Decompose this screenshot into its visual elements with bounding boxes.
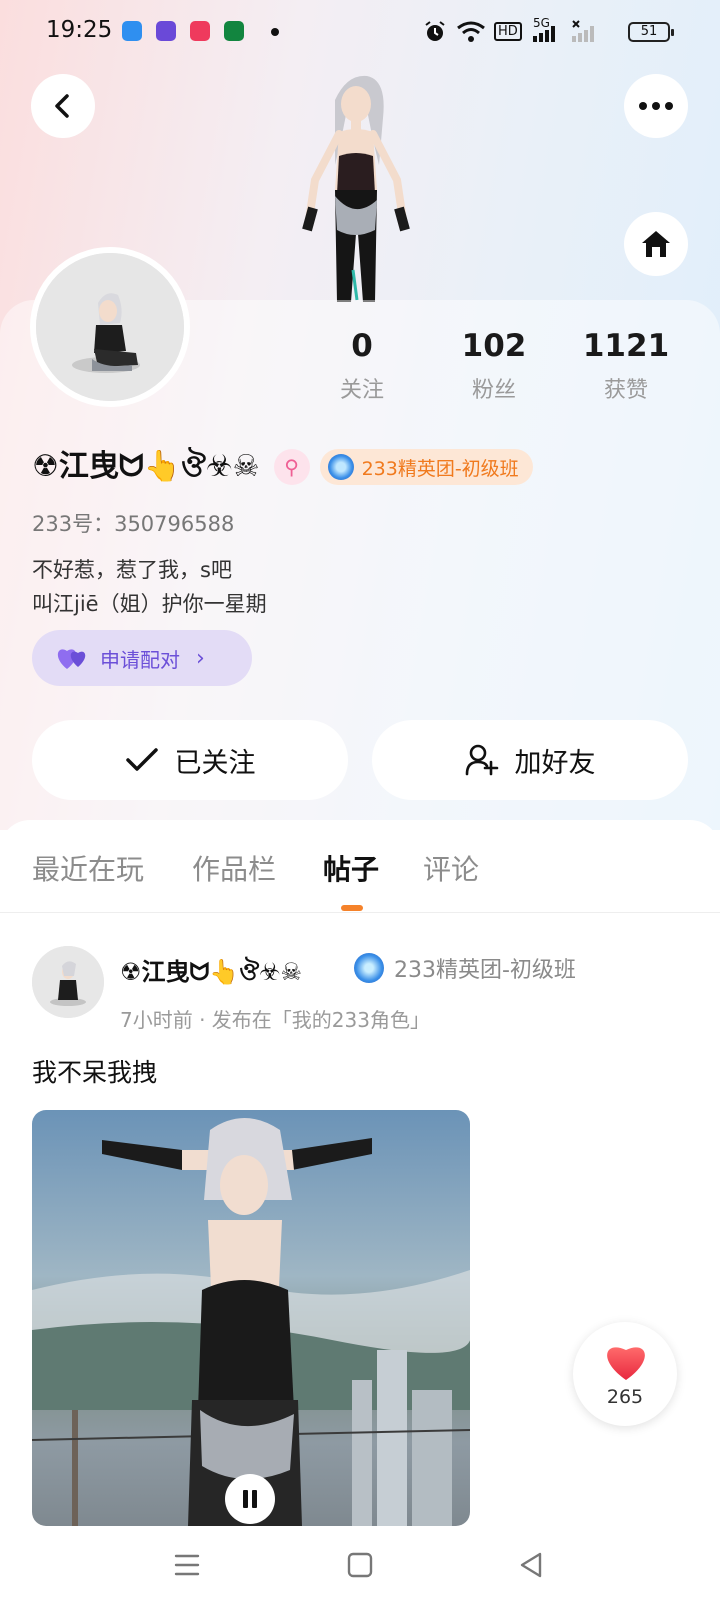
stat-fans[interactable]: 102 粉丝 <box>434 328 554 404</box>
app-notification-icon <box>122 21 142 41</box>
likes-label: 获赞 <box>603 378 648 403</box>
app-notification-icon <box>224 21 244 41</box>
user-bio: 不好惹，惹了我，s吧 叫江jiē（姐）护你一星期 <box>32 553 267 621</box>
stat-likes[interactable]: 1121 获赞 <box>566 328 686 404</box>
tabs-divider <box>0 912 720 913</box>
alarm-icon <box>425 21 445 41</box>
user-id: 233号：350796588 <box>32 512 235 536</box>
app-notification-icon <box>156 21 176 41</box>
status-time: 19:25 <box>46 17 113 43</box>
avatar-image <box>32 946 104 1018</box>
avatar[interactable] <box>30 247 190 407</box>
post-badge-label: 233精英团-初级班 <box>394 958 576 983</box>
post-author-name[interactable]: ☢江曳ᗢ👆ঔ☣☠ <box>120 952 302 994</box>
female-gender-icon: ⚲ <box>273 449 310 485</box>
fans-label: 粉丝 <box>471 378 516 403</box>
home-icon <box>642 231 670 257</box>
character-figure <box>302 75 410 302</box>
battery-indicator: 51 <box>628 22 674 42</box>
like-button[interactable]: 265 <box>573 1322 677 1426</box>
post-meta: 7小时前 · 发布在「我的233角色」 <box>120 1008 430 1032</box>
name-row: ☢江曳ᗢ👆ঔ☣☠ ⚲ 233精英团-初级班 <box>32 447 533 487</box>
rank-badge-label: 233精英团-初级班 <box>361 457 519 480</box>
pause-button[interactable] <box>225 1474 275 1524</box>
followed-button[interactable]: 已关注 <box>32 720 348 800</box>
bio-line: 不好惹，惹了我，s吧 <box>32 558 232 582</box>
tab-recently-played[interactable]: 最近在玩 <box>32 848 144 888</box>
video-app-icon <box>190 21 210 41</box>
heart-icon <box>607 1347 645 1380</box>
video-frame <box>32 1118 470 1526</box>
user-name: ☢江曳ᗢ👆ঔ☣☠ <box>32 449 260 484</box>
add-friend-label: 加好友 <box>514 747 596 779</box>
fans-count: 102 <box>461 328 527 364</box>
more-options-button[interactable] <box>624 74 688 138</box>
signal-icon <box>572 20 594 42</box>
like-count: 265 <box>606 1386 644 1408</box>
more-notifications-dot <box>271 28 279 36</box>
avatar-image <box>36 253 184 401</box>
following-label: 关注 <box>339 378 384 403</box>
wifi-icon <box>457 21 485 42</box>
system-navigation-bar <box>0 1526 720 1612</box>
following-count: 0 <box>351 328 373 364</box>
add-friend-button[interactable]: 加好友 <box>372 720 688 800</box>
tab-comments[interactable]: 评论 <box>423 848 479 888</box>
back-triangle-icon[interactable] <box>518 1551 544 1579</box>
post-author-badge: 233精英团-初级班 <box>354 952 576 984</box>
signal-icon <box>533 26 555 42</box>
medal-icon <box>327 454 354 480</box>
hearts-icon <box>57 649 86 669</box>
pause-icon <box>243 1490 257 1508</box>
stat-following[interactable]: 0 关注 <box>302 328 422 404</box>
chevron-right-icon: › <box>196 645 205 671</box>
bio-line: 叫江jiē（姐）护你一星期 <box>32 592 267 616</box>
tab-works[interactable]: 作品栏 <box>192 848 276 888</box>
chevron-left-icon <box>55 94 69 118</box>
add-user-icon <box>465 744 498 776</box>
check-icon <box>125 748 158 771</box>
back-button[interactable] <box>31 74 95 138</box>
followed-label: 已关注 <box>174 747 256 779</box>
request-pair-label: 申请配对 <box>100 647 180 672</box>
likes-count: 1121 <box>582 328 670 364</box>
home-square-icon[interactable] <box>347 1552 373 1578</box>
post-author-avatar[interactable] <box>32 946 104 1018</box>
tab-posts[interactable]: 帖子 <box>323 848 379 888</box>
active-tab-indicator <box>341 905 363 911</box>
request-pair-button[interactable]: 申请配对 › <box>32 630 252 686</box>
profile-tabs: 最近在玩 作品栏 帖子 评论 <box>0 848 720 908</box>
menu-icon[interactable] <box>174 1552 200 1578</box>
status-bar: 19:25 HD 5G 51 <box>0 0 720 66</box>
hd-indicator: HD <box>494 22 522 41</box>
rank-badge[interactable]: 233精英团-初级班 <box>319 449 533 485</box>
more-dots-icon <box>639 102 673 110</box>
medal-icon <box>354 953 384 983</box>
post-video[interactable] <box>32 1110 470 1526</box>
home-button[interactable] <box>624 212 688 276</box>
post-text: 我不呆我拽 <box>32 1058 158 1087</box>
